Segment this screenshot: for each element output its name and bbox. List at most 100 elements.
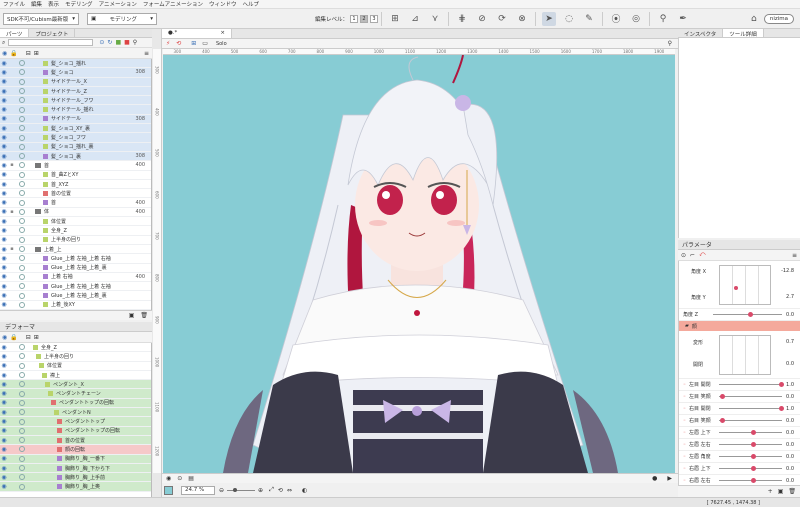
visibility-toggle[interactable]: [19, 236, 25, 243]
slider-knob[interactable]: [720, 418, 726, 423]
slider-knob[interactable]: [779, 382, 785, 387]
pin-icon[interactable]: ⚲: [668, 40, 672, 47]
visibility-toggle[interactable]: [19, 246, 25, 253]
mode-select[interactable]: ▣ モデリング ▾: [87, 12, 157, 25]
home-icon[interactable]: ⌂: [747, 12, 761, 26]
zoom-select[interactable]: 24.7 %: [181, 485, 215, 495]
edit-level-3[interactable]: 3: [370, 14, 379, 23]
table-row[interactable]: ◉ 上着 右袖 400: [0, 273, 151, 283]
key-icon[interactable]: ⌐: [690, 252, 695, 259]
table-row[interactable]: ◉ 胸飾り_胸_上奥: [0, 482, 151, 492]
param-slider[interactable]: [719, 430, 782, 435]
right-tab-0[interactable]: インスペクタ: [678, 29, 724, 38]
menu-item-4[interactable]: アニメーション: [99, 0, 137, 8]
lock-icon[interactable]: ▪: [8, 162, 16, 168]
param-slider[interactable]: [719, 382, 785, 387]
visibility-toggle[interactable]: [19, 465, 25, 471]
tab-0[interactable]: パーツ: [0, 29, 30, 38]
edit-level-2[interactable]: 2: [360, 14, 369, 23]
reset-icon[interactable]: ⤺: [699, 251, 705, 259]
visibility-toggle[interactable]: [19, 60, 25, 67]
lasso-icon[interactable]: ◌: [562, 12, 576, 26]
slider-knob[interactable]: [750, 442, 756, 447]
eye-icon[interactable]: ◉: [0, 344, 8, 351]
table-row[interactable]: ◉ ▪ 首 400: [0, 161, 151, 171]
eye-icon[interactable]: ◉: [0, 78, 8, 85]
eye-icon[interactable]: ◉: [0, 437, 8, 444]
camera-icon[interactable]: ◉: [166, 475, 171, 482]
visibility-toggle[interactable]: [19, 97, 25, 104]
table-row[interactable]: ◉ 胸飾り_胸_下から下: [0, 463, 151, 474]
table-row[interactable]: ◉ Glue_上着 左袖_上着 右袖: [0, 254, 151, 264]
eye-icon[interactable]: ◉: [0, 255, 8, 262]
nizima-button[interactable]: nizima: [763, 13, 794, 24]
slider-knob[interactable]: [750, 478, 756, 483]
lock-icon[interactable]: 🔒: [10, 50, 17, 57]
table-row[interactable]: ◉ 体位置: [0, 362, 151, 371]
deform-grid[interactable]: [719, 335, 771, 375]
eye-icon[interactable]: ◉: [0, 143, 8, 150]
visibility-toggle[interactable]: [19, 353, 25, 360]
visibility-toggle[interactable]: [19, 292, 25, 299]
visibility-toggle[interactable]: [19, 125, 25, 132]
visibility-toggle[interactable]: [19, 418, 25, 425]
table-row[interactable]: ◉ 体位置: [0, 217, 151, 227]
visibility-toggle[interactable]: [19, 227, 25, 234]
deformer-icon[interactable]: ⊿: [408, 12, 422, 26]
eye-icon[interactable]: ◉: [0, 427, 8, 434]
table-row[interactable]: ◉ ペンダントトップの回転: [0, 426, 151, 436]
menu-item-1[interactable]: 編集: [31, 0, 42, 8]
link-icon[interactable]: ⊙: [681, 252, 686, 259]
version-select[interactable]: SDK不可/Cubism最新版 ▾: [3, 12, 79, 25]
slider-knob[interactable]: [750, 454, 756, 459]
menu-item-0[interactable]: ファイル: [3, 0, 25, 8]
eye-icon[interactable]: ◉: [0, 409, 8, 416]
table-row[interactable]: ◉ Glue_上着 左袖_上着 左袖: [0, 282, 151, 292]
pin-icon[interactable]: ⦿: [609, 12, 623, 26]
target-icon[interactable]: ◎: [629, 12, 643, 26]
preview-icon[interactable]: ◐: [302, 487, 307, 494]
eye-icon[interactable]: ◉: [0, 218, 8, 225]
menu-item-3[interactable]: モデリング: [65, 0, 93, 8]
visibility-toggle[interactable]: [19, 301, 25, 308]
eyedropper-icon[interactable]: ⚲: [656, 12, 670, 26]
red-square-icon[interactable]: ■: [124, 39, 130, 46]
lock-icon[interactable]: 🔒: [10, 334, 17, 341]
angle-xy-grid[interactable]: [719, 265, 771, 305]
eye-icon[interactable]: ◉: [0, 153, 8, 160]
eye-icon[interactable]: ◉: [0, 455, 8, 462]
menu-icon[interactable]: ≡: [144, 50, 149, 57]
table-row[interactable]: ◉ 髪_ショコ_揺れ: [0, 59, 151, 69]
right-tab-1[interactable]: ツール詳細: [723, 29, 764, 38]
menu-item-6[interactable]: ウィンドウ: [209, 0, 237, 8]
table-row[interactable]: ◉ ペンダントチェーン: [0, 389, 151, 399]
delete-icon[interactable]: 🗑: [140, 312, 148, 319]
fit-icon[interactable]: ⤢: [269, 486, 274, 494]
eye-icon[interactable]: ◉: [0, 106, 8, 113]
eye-icon[interactable]: ◉: [0, 483, 8, 490]
visibility-toggle[interactable]: [19, 218, 25, 225]
table-row[interactable]: ◉ サイドテール_X: [0, 77, 151, 87]
visibility-toggle[interactable]: [19, 255, 25, 262]
visibility-toggle[interactable]: [19, 190, 25, 197]
tab-1[interactable]: プロジェクト: [29, 29, 76, 38]
table-row[interactable]: ◉ ペンダントトップの回転: [0, 398, 151, 409]
table-row[interactable]: ◉ Glue_上着 左袖_上着_裏: [0, 291, 151, 301]
visibility-toggle[interactable]: [19, 381, 25, 388]
canvas-tab[interactable]: ●.* ×: [162, 29, 232, 38]
background-color-swatch[interactable]: [164, 485, 173, 495]
mesh-icon[interactable]: ⊞: [191, 40, 196, 47]
table-row[interactable]: ◉ 上着_後XY: [0, 301, 151, 310]
new-folder-icon[interactable]: ▣: [778, 488, 784, 495]
play-icon[interactable]: ▶: [667, 475, 672, 482]
menu-item-5[interactable]: フォームアニメーション: [143, 0, 203, 8]
eye-icon[interactable]: ◉: [0, 246, 8, 253]
eye-icon[interactable]: ◉: [0, 69, 8, 76]
table-row[interactable]: ◉ 顔の回転: [0, 445, 151, 455]
bone-icon[interactable]: ⊘: [475, 12, 489, 26]
lock-icon[interactable]: ▪: [8, 209, 16, 215]
table-row[interactable]: ◉ 首_XYZ: [0, 180, 151, 190]
menu-item-7[interactable]: ヘルプ: [242, 0, 259, 8]
visibility-toggle[interactable]: [19, 455, 25, 462]
table-row[interactable]: ◉ 上半身の回り: [0, 352, 151, 362]
